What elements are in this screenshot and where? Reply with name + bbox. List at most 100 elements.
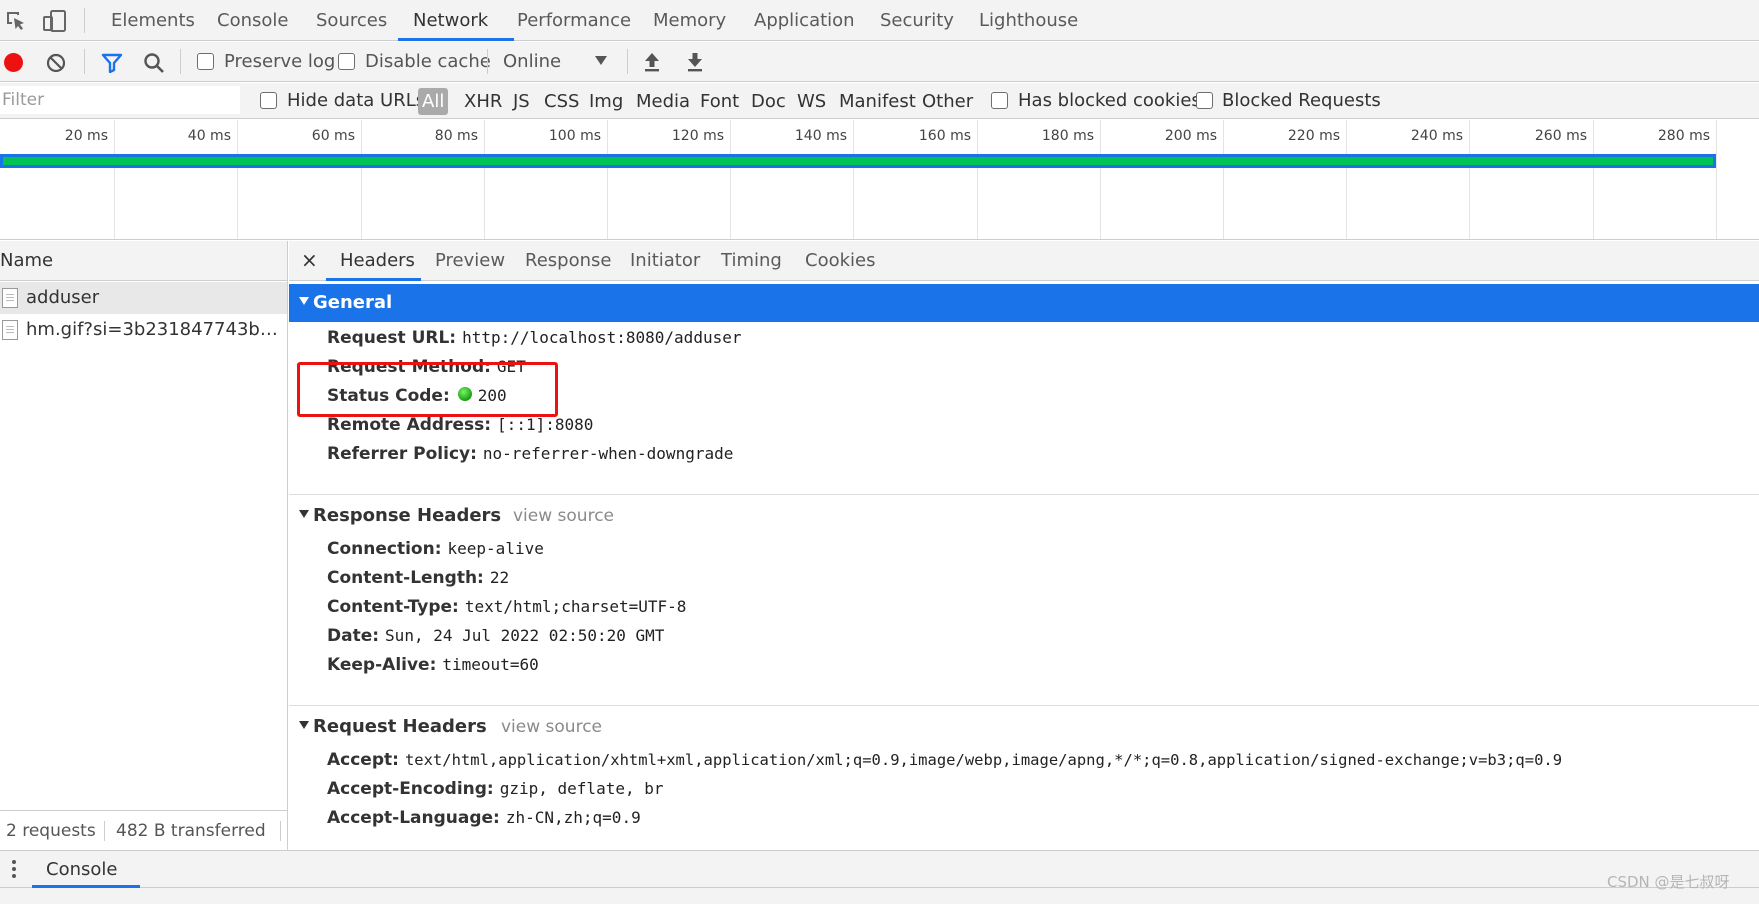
device-toolbar-icon[interactable]: [42, 9, 68, 33]
timeline-tick-label: 20 ms: [64, 128, 108, 144]
filter-type-img[interactable]: Img: [589, 83, 623, 119]
response-view-source-link[interactable]: view source: [513, 497, 614, 535]
record-icon[interactable]: [4, 53, 23, 72]
timeline-gridline: [1100, 120, 1101, 239]
clear-icon[interactable]: [46, 53, 66, 78]
filter-type-xhr[interactable]: XHR: [464, 83, 502, 119]
timeline-gridline: [484, 120, 485, 239]
timeline-tick-label: 260 ms: [1534, 128, 1587, 144]
general-section-header[interactable]: General: [289, 284, 1759, 322]
drawer-tab-console[interactable]: Console: [46, 851, 117, 888]
timeline-tick-label: 140 ms: [794, 128, 847, 144]
triangle-down-icon: [299, 297, 309, 305]
request-method-row: Request Method: GET: [327, 352, 526, 382]
tab-elements[interactable]: Elements: [111, 0, 195, 41]
header-value: 22: [489, 568, 510, 587]
network-overview-timeline[interactable]: 20 ms 40 ms 60 ms 80 ms 100 ms 120 ms 140 ms 16…: [0, 120, 1759, 240]
hide-data-urls-checkbox[interactable]: [260, 92, 277, 109]
transferred-size: 482 B transferred: [116, 821, 266, 841]
tab-initiator[interactable]: Initiator: [630, 241, 700, 281]
response-header-row: Date: Sun, 24 Jul 2022 02:50:20 GMT: [327, 621, 664, 651]
header-key: Accept-Encoding:: [327, 779, 494, 799]
header-value: text/html,application/xhtml+xml,applicat…: [404, 751, 1563, 769]
request-url-key: Request URL:: [327, 328, 457, 348]
close-icon[interactable]: ×: [301, 241, 318, 281]
details-tab-bar: × Headers Preview Response Initiator Tim…: [289, 241, 1759, 281]
toolbar-separator: [627, 49, 628, 74]
request-headers-section-header[interactable]: Request Headers view source: [289, 708, 1759, 746]
tab-performance[interactable]: Performance: [517, 0, 631, 41]
tab-timing[interactable]: Timing: [721, 241, 782, 281]
filter-type-ws[interactable]: WS: [797, 83, 826, 119]
name-column-header[interactable]: Name: [0, 241, 287, 281]
tab-lighthouse[interactable]: Lighthouse: [979, 0, 1078, 41]
timeline-gridline: [237, 120, 238, 239]
header-key: Content-Length:: [327, 568, 484, 588]
filter-icon[interactable]: [101, 53, 123, 78]
filter-type-doc[interactable]: Doc: [751, 83, 786, 119]
export-har-icon[interactable]: [685, 51, 705, 78]
tab-security[interactable]: Security: [880, 0, 954, 41]
filter-type-all[interactable]: All: [418, 88, 449, 115]
filter-input[interactable]: [0, 86, 240, 114]
request-list: Name adduser hm.gif?si=3b231847743b9335.…: [0, 241, 288, 850]
request-row[interactable]: hm.gif?si=3b231847743b9335...: [0, 314, 287, 346]
tab-cookies[interactable]: Cookies: [805, 241, 875, 281]
has-blocked-cookies-checkbox[interactable]: [991, 92, 1008, 109]
referrer-policy-value: no-referrer-when-downgrade: [482, 444, 734, 463]
active-tab-indicator: [326, 278, 421, 281]
request-count: 2 requests: [6, 821, 96, 841]
timeline-tick-label: 240 ms: [1410, 128, 1463, 144]
inspect-element-icon[interactable]: [4, 9, 28, 33]
more-options-icon[interactable]: [12, 860, 16, 864]
timeline-gridline: [114, 120, 115, 239]
header-key: Connection:: [327, 539, 442, 559]
status-ok-icon: [457, 387, 472, 401]
network-toolbar: Preserve log Disable cache Online: [0, 42, 1759, 82]
header-key: Keep-Alive:: [327, 655, 437, 675]
tab-sources[interactable]: Sources: [316, 0, 387, 41]
tab-memory[interactable]: Memory: [653, 0, 726, 41]
filter-type-js[interactable]: JS: [513, 83, 530, 119]
tab-response[interactable]: Response: [525, 241, 611, 281]
filter-type-manifest[interactable]: Manifest: [839, 83, 916, 119]
filter-type-css[interactable]: CSS: [544, 83, 579, 119]
referrer-policy-row: Referrer Policy: no-referrer-when-downgra…: [327, 439, 733, 469]
timeline-tick-label: 80 ms: [434, 128, 478, 144]
has-blocked-cookies-label: Has blocked cookies: [1018, 90, 1201, 111]
chevron-down-icon[interactable]: [595, 56, 607, 65]
throttling-select[interactable]: Online: [503, 51, 561, 72]
response-headers-section-header[interactable]: Response Headers view source: [289, 497, 1759, 535]
status-separator: [280, 821, 281, 841]
response-header-row: Content-Type: text/html;charset=UTF-8: [327, 592, 686, 622]
triangle-down-icon: [299, 510, 309, 518]
status-separator: [104, 821, 105, 841]
import-har-icon[interactable]: [642, 51, 662, 78]
toolbar-separator: [487, 49, 488, 74]
filter-type-font[interactable]: Font: [700, 83, 739, 119]
status-code-value: 200: [477, 386, 507, 405]
request-header-row: Accept: text/html,application/xhtml+xml,a…: [327, 745, 1562, 775]
request-view-source-link[interactable]: view source: [501, 708, 602, 746]
request-row[interactable]: adduser: [0, 282, 287, 314]
timeline-tick-label: 280 ms: [1657, 128, 1710, 144]
active-tab-indicator: [32, 885, 140, 888]
preserve-log-checkbox[interactable]: [197, 53, 214, 70]
timeline-tick-label: 100 ms: [548, 128, 601, 144]
filter-type-media[interactable]: Media: [636, 83, 690, 119]
tab-application[interactable]: Application: [754, 0, 855, 41]
search-icon[interactable]: [143, 52, 165, 79]
timeline-gridline: [853, 120, 854, 239]
tab-console[interactable]: Console: [217, 0, 288, 41]
disable-cache-checkbox[interactable]: [338, 53, 355, 70]
filter-bar: Hide data URLs All XHR JS CSS Img Media …: [0, 83, 1759, 119]
filter-type-other[interactable]: Other: [922, 83, 973, 119]
bottom-drawer: Console: [0, 850, 1759, 904]
tab-headers[interactable]: Headers: [340, 241, 415, 281]
tab-network[interactable]: Network: [413, 0, 488, 41]
header-value: keep-alive: [447, 539, 544, 558]
request-method-key: Request Method:: [327, 357, 491, 377]
timeline-gridline: [730, 120, 731, 239]
blocked-requests-checkbox[interactable]: [1196, 92, 1213, 109]
tab-preview[interactable]: Preview: [435, 241, 505, 281]
